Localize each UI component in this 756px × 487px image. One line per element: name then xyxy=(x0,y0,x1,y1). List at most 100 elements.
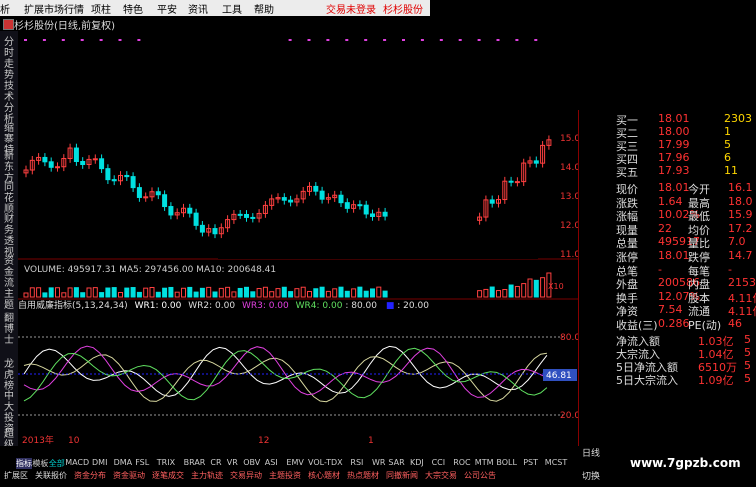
volume-bar xyxy=(162,287,168,298)
indicator-tab[interactable]: 全部 xyxy=(49,458,65,469)
volume-bar xyxy=(370,288,375,298)
indicator-tab[interactable]: FSL xyxy=(135,458,149,467)
indicator-tab[interactable]: DMI xyxy=(92,458,107,467)
indicator-tab[interactable]: VR xyxy=(227,458,238,467)
volume-bar xyxy=(338,286,344,298)
indicator-tab[interactable]: 模板 xyxy=(32,458,48,469)
indicator-tab[interactable]: EMV xyxy=(286,458,303,467)
signal-marker xyxy=(307,39,311,41)
function-tab[interactable]: 大宗交易 xyxy=(425,470,457,481)
volume-bar xyxy=(275,288,281,298)
indicator-tab[interactable]: OBV xyxy=(243,458,260,467)
menu-help[interactable]: 帮助 xyxy=(254,1,274,16)
volume-bar xyxy=(533,279,539,298)
indicator-tab[interactable]: VOL-TDX xyxy=(308,458,343,467)
function-tab[interactable]: 核心题材 xyxy=(308,470,340,481)
indicator-tab[interactable]: BRAR xyxy=(184,458,206,467)
menu-news[interactable]: 资讯 xyxy=(188,1,208,16)
menu-pingan[interactable]: 平安 xyxy=(157,1,177,16)
volume-bar xyxy=(300,286,306,298)
stat-value: 1.64 xyxy=(658,194,683,208)
function-tab[interactable]: 主力轨迹 xyxy=(191,470,223,481)
flow-row: 大宗流入 1.04亿 5 xyxy=(616,346,756,361)
function-tab[interactable]: 交易异动 xyxy=(230,470,262,481)
candle-body xyxy=(212,228,218,235)
indicator-tab[interactable]: CCI xyxy=(432,458,446,467)
candle-body xyxy=(199,224,205,233)
chart-canvas[interactable]: VOLUME: 495917.31 MA5: 297456.00 MA10: 2… xyxy=(18,31,586,446)
tab-new-oriental[interactable]: 新东方 xyxy=(2,151,16,184)
bid-price: 17.93 xyxy=(658,164,690,177)
tab-dr[interactable]: 翻博士 xyxy=(2,313,16,346)
stat-row: 现量 22 均价 17.2 xyxy=(616,221,756,237)
indicator-tab[interactable]: CR xyxy=(210,458,221,467)
function-tab[interactable]: 主题投资 xyxy=(269,470,301,481)
tab-intraday[interactable]: 分时走势 xyxy=(2,37,16,81)
volume-bar xyxy=(181,287,186,298)
indicator-tab[interactable]: RSI xyxy=(350,458,363,467)
stat-value-2: 17.2 xyxy=(728,221,753,235)
indicator-tab[interactable]: 指标 xyxy=(16,458,32,469)
candle-body xyxy=(288,199,294,203)
bid-row: 买四 17.96 6 xyxy=(616,151,756,166)
indicator-legend: 自用威廉指标(5,13,24,34) WR1: 0.00 WR2: 0.00 W… xyxy=(18,299,429,311)
volume-bar xyxy=(225,286,231,298)
candle-body xyxy=(193,212,199,226)
signal-marker xyxy=(402,39,405,41)
signal-marker xyxy=(80,39,84,41)
volume-bar xyxy=(294,288,300,298)
tab-technical[interactable]: 技术分析 xyxy=(2,81,16,125)
menu-columns[interactable]: 项柱 xyxy=(91,1,111,16)
volume-bar xyxy=(130,287,136,298)
tab-tonghuashun[interactable]: 同花顺 xyxy=(2,182,16,215)
signal-marker xyxy=(477,39,481,41)
function-tab[interactable]: 资金驱动 xyxy=(113,470,145,481)
menu-features[interactable]: 特色 xyxy=(123,1,143,16)
signal-marker xyxy=(118,39,122,41)
login-status[interactable]: 交易未登录 xyxy=(326,1,376,16)
tab-finance[interactable]: 财务透视 xyxy=(2,214,16,258)
indicator-tab[interactable]: MTM xyxy=(475,458,494,467)
indicator-tab[interactable]: DMA xyxy=(114,458,133,467)
bid-row: 买五 17.93 11 xyxy=(616,164,756,179)
indicator-tab[interactable]: MACD xyxy=(65,458,89,467)
function-tab[interactable]: 资金分布 xyxy=(74,470,106,481)
function-tab[interactable]: 逐笔成交 xyxy=(152,470,184,481)
function-tab[interactable]: 同撤新闻 xyxy=(386,470,418,481)
indicator-tab[interactable]: PST xyxy=(523,458,538,467)
function-tab[interactable]: 关联报价 xyxy=(35,470,67,481)
stat-label: 收益(三) xyxy=(616,319,658,332)
signal-marker xyxy=(458,39,462,41)
menu-analysis[interactable]: 析 xyxy=(0,1,10,16)
function-tab[interactable]: 扩展区 xyxy=(4,470,28,481)
volume-bar xyxy=(319,286,325,298)
function-tab[interactable]: 公司公告 xyxy=(464,470,496,481)
ind-tick-20: 20.00 xyxy=(560,411,578,421)
daily-button[interactable]: 日线 xyxy=(582,446,612,459)
chart-panel[interactable]: VOLUME: 495917.31 MA5: 297456.00 MA10: 2… xyxy=(18,31,586,446)
function-tab[interactable]: 热点题材 xyxy=(347,470,379,481)
volume-bar xyxy=(382,290,388,298)
indicator-tab[interactable]: KDJ xyxy=(410,458,424,467)
indicator-tab[interactable]: BOLL xyxy=(496,458,517,467)
indicator-tab[interactable]: TRIX xyxy=(157,458,175,467)
indicator-tab[interactable]: WR xyxy=(372,458,385,467)
tab-dragon-tiger[interactable]: 龙虎榜 xyxy=(2,359,16,392)
menu-extended-market[interactable]: 扩展市场行情 xyxy=(24,1,84,16)
x-tick-1: 1 xyxy=(368,436,374,446)
switch-button[interactable]: 切换 xyxy=(582,469,612,482)
wr1-value: WR1: 0.00 xyxy=(135,301,182,311)
stat-value: 18.01 xyxy=(658,181,690,194)
indicator-tab[interactable]: MCST xyxy=(545,458,567,467)
indicator-tab[interactable]: ROC xyxy=(453,458,470,467)
volume-bar xyxy=(231,291,237,298)
indicator-tab[interactable]: ASI xyxy=(265,458,278,467)
volume-bar xyxy=(136,291,142,298)
signal-marker xyxy=(61,39,65,41)
indicator-tab[interactable]: SAR xyxy=(388,458,404,467)
stock-badge[interactable]: 杉杉股份 xyxy=(383,1,423,16)
tab-fund-flow[interactable]: 资金流 xyxy=(2,256,16,289)
volume-bar xyxy=(36,287,42,298)
tab-theme[interactable]: 主题 xyxy=(2,289,16,311)
menu-tools[interactable]: 工具 xyxy=(222,1,242,16)
